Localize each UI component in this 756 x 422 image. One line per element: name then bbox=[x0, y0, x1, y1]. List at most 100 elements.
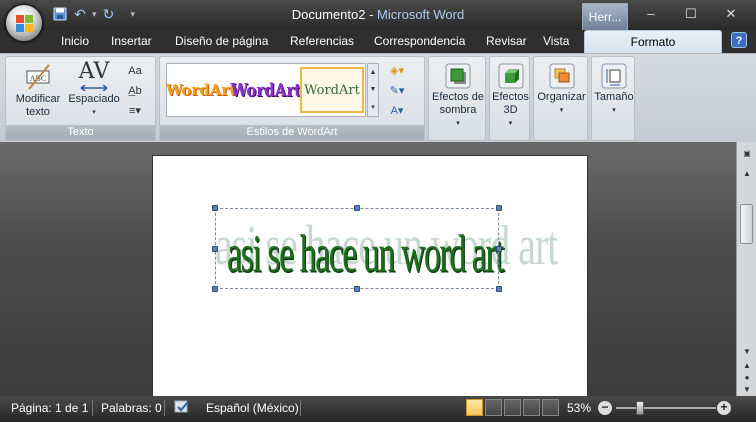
print-layout-view-icon[interactable] bbox=[466, 399, 483, 416]
next-page-icon[interactable]: ▼ bbox=[741, 384, 753, 396]
web-layout-view-icon[interactable] bbox=[504, 399, 521, 416]
resize-handle-n[interactable] bbox=[354, 205, 360, 211]
shape-outline-icon[interactable]: ✎▾ bbox=[388, 83, 406, 99]
zoom-out-icon[interactable]: − bbox=[598, 401, 612, 415]
wordart-style-1[interactable]: WordArt bbox=[166, 67, 237, 113]
group-texto-label: Texto bbox=[6, 125, 155, 140]
3d-effects-icon bbox=[498, 63, 523, 89]
tab-vista[interactable]: Vista bbox=[543, 34, 569, 48]
vertical-scrollbar[interactable]: ▣ ▲ ▼ ▲ ● ▼ bbox=[736, 142, 756, 396]
previous-page-icon[interactable]: ▲ bbox=[741, 360, 753, 372]
resize-handle-ne[interactable] bbox=[496, 205, 502, 211]
tab-insertar[interactable]: Insertar bbox=[111, 34, 152, 48]
arrange-button[interactable]: Organizar ▾ bbox=[535, 63, 588, 117]
app-name: Microsoft Word bbox=[377, 7, 465, 22]
tab-revisar[interactable]: Revisar bbox=[486, 34, 527, 48]
arrange-dropdown-icon: ▾ bbox=[559, 107, 564, 114]
group-organizar: Organizar ▾ bbox=[533, 56, 588, 141]
group-tamano: Tamaño ▾ bbox=[591, 56, 635, 141]
status-divider bbox=[164, 400, 165, 416]
same-height-icon[interactable]: Aa bbox=[126, 63, 144, 79]
vertical-text-icon[interactable]: A̲b bbox=[126, 83, 144, 99]
wordart-selection-box[interactable] bbox=[215, 208, 499, 289]
arrange-icon bbox=[549, 63, 574, 89]
group-texto: ABC Modificar texto AV Espaciado ▾ Aa A̲… bbox=[5, 56, 156, 141]
browse-object-icon[interactable]: ● bbox=[741, 372, 753, 384]
page-count[interactable]: Página: 1 de 1 bbox=[11, 401, 88, 415]
resize-handle-se[interactable] bbox=[496, 286, 502, 292]
resize-handle-e[interactable] bbox=[496, 246, 502, 252]
help-icon[interactable]: ? bbox=[731, 32, 747, 48]
size-dropdown-icon: ▾ bbox=[612, 107, 616, 114]
language-indicator[interactable]: Español (México) bbox=[206, 401, 299, 415]
close-button[interactable]: ✕ bbox=[718, 4, 744, 24]
draft-view-icon[interactable] bbox=[542, 399, 559, 416]
gallery-up-icon[interactable]: ▲ bbox=[370, 69, 377, 76]
status-bar: Página: 1 de 1 Palabras: 0 Español (Méxi… bbox=[0, 396, 756, 422]
group-estilos-wordart: WordArt WordArt WordArt ▲ ▼ ▾ ◈▾ ✎▾ A▾ E… bbox=[159, 56, 425, 141]
outline-view-icon[interactable] bbox=[523, 399, 540, 416]
zoom-level[interactable]: 53% bbox=[567, 401, 591, 415]
group-efectos-3d: Efectos 3D ▾ bbox=[489, 56, 530, 141]
title-separator: - bbox=[365, 7, 378, 22]
zoom-slider-thumb[interactable] bbox=[636, 401, 644, 415]
gallery-more-icon[interactable]: ▾ bbox=[371, 103, 375, 111]
maximize-button[interactable]: ☐ bbox=[678, 4, 704, 24]
resize-handle-nw[interactable] bbox=[212, 205, 218, 211]
change-shape-icon[interactable]: A▾ bbox=[388, 103, 406, 119]
word-count[interactable]: Palabras: 0 bbox=[101, 401, 162, 415]
tab-inicio[interactable]: Inicio bbox=[61, 34, 89, 48]
scroll-up-icon[interactable]: ▲ bbox=[741, 168, 753, 180]
office-button[interactable] bbox=[5, 4, 43, 42]
shadow-effects-button[interactable]: Efectos de sombra ▾ bbox=[430, 63, 486, 130]
wordart-style-2[interactable]: WordArt bbox=[231, 62, 302, 117]
zoom-in-icon[interactable]: + bbox=[717, 401, 731, 415]
spacing-dropdown-icon: ▾ bbox=[92, 109, 96, 116]
size-icon bbox=[601, 63, 627, 89]
scroll-down-icon[interactable]: ▼ bbox=[741, 346, 753, 358]
document-name: Documento2 bbox=[291, 7, 366, 22]
shadow-effects-icon bbox=[445, 63, 471, 89]
title-bar: ↶ ▾ ↻ ▾ Documento2 - Microsoft Word Herr… bbox=[0, 0, 756, 30]
resize-handle-sw[interactable] bbox=[212, 286, 218, 292]
arrange-label: Organizar bbox=[537, 91, 586, 103]
size-label: Tamaño bbox=[594, 91, 634, 103]
group-estilos-label: Estilos de WordArt bbox=[160, 125, 424, 140]
resize-handle-w[interactable] bbox=[212, 246, 218, 252]
ruler-toggle-icon[interactable]: ▣ bbox=[741, 148, 753, 160]
wordart-style-3[interactable]: WordArt bbox=[300, 67, 364, 113]
shadow-dropdown-icon: ▾ bbox=[456, 120, 460, 127]
minimize-button[interactable]: – bbox=[638, 4, 664, 24]
status-divider bbox=[92, 400, 93, 416]
shape-fill-icon[interactable]: ◈▾ bbox=[388, 63, 406, 79]
wordart-styles-gallery: WordArt WordArt WordArt bbox=[166, 63, 366, 117]
3d-dropdown-icon: ▾ bbox=[508, 120, 513, 127]
edit-text-icon: ABC bbox=[26, 64, 50, 90]
size-button[interactable]: Tamaño ▾ bbox=[593, 63, 635, 117]
scrollbar-thumb[interactable] bbox=[740, 204, 753, 244]
3d-effects-label: Efectos 3D bbox=[492, 91, 529, 116]
ribbon: ABC Modificar texto AV Espaciado ▾ Aa A̲… bbox=[0, 53, 756, 142]
spelling-check-icon[interactable] bbox=[174, 399, 190, 418]
tab-diseno-de-pagina[interactable]: Diseño de página bbox=[175, 34, 268, 48]
spacing-label: Espaciado bbox=[68, 93, 120, 105]
gallery-down-icon[interactable]: ▼ bbox=[370, 86, 377, 93]
3d-effects-button[interactable]: Efectos 3D ▾ bbox=[491, 63, 530, 130]
edit-text-button[interactable]: ABC Modificar texto bbox=[10, 63, 66, 119]
spacing-button[interactable]: AV Espaciado ▾ bbox=[67, 61, 121, 119]
align-text-icon[interactable]: ≡▾ bbox=[126, 103, 144, 119]
contextual-tools-tab[interactable]: Herr... bbox=[582, 3, 628, 30]
view-buttons bbox=[466, 399, 559, 416]
tab-formato[interactable]: Formato bbox=[584, 30, 722, 54]
full-screen-reading-view-icon[interactable] bbox=[485, 399, 502, 416]
spacing-icon: AV bbox=[78, 59, 110, 84]
tab-referencias[interactable]: Referencias bbox=[290, 34, 354, 48]
zoom-slider-track[interactable] bbox=[616, 407, 716, 409]
group-efectos-sombra: Efectos de sombra ▾ bbox=[428, 56, 486, 141]
edit-text-label: Modificar texto bbox=[15, 93, 61, 118]
gallery-scroll[interactable]: ▲ ▼ ▾ bbox=[367, 63, 379, 117]
resize-handle-s[interactable] bbox=[354, 286, 360, 292]
ribbon-tabs: Inicio Insertar Diseño de página Referen… bbox=[0, 30, 756, 54]
shadow-effects-label: Efectos de sombra bbox=[432, 91, 484, 116]
tab-correspondencia[interactable]: Correspondencia bbox=[374, 34, 465, 48]
